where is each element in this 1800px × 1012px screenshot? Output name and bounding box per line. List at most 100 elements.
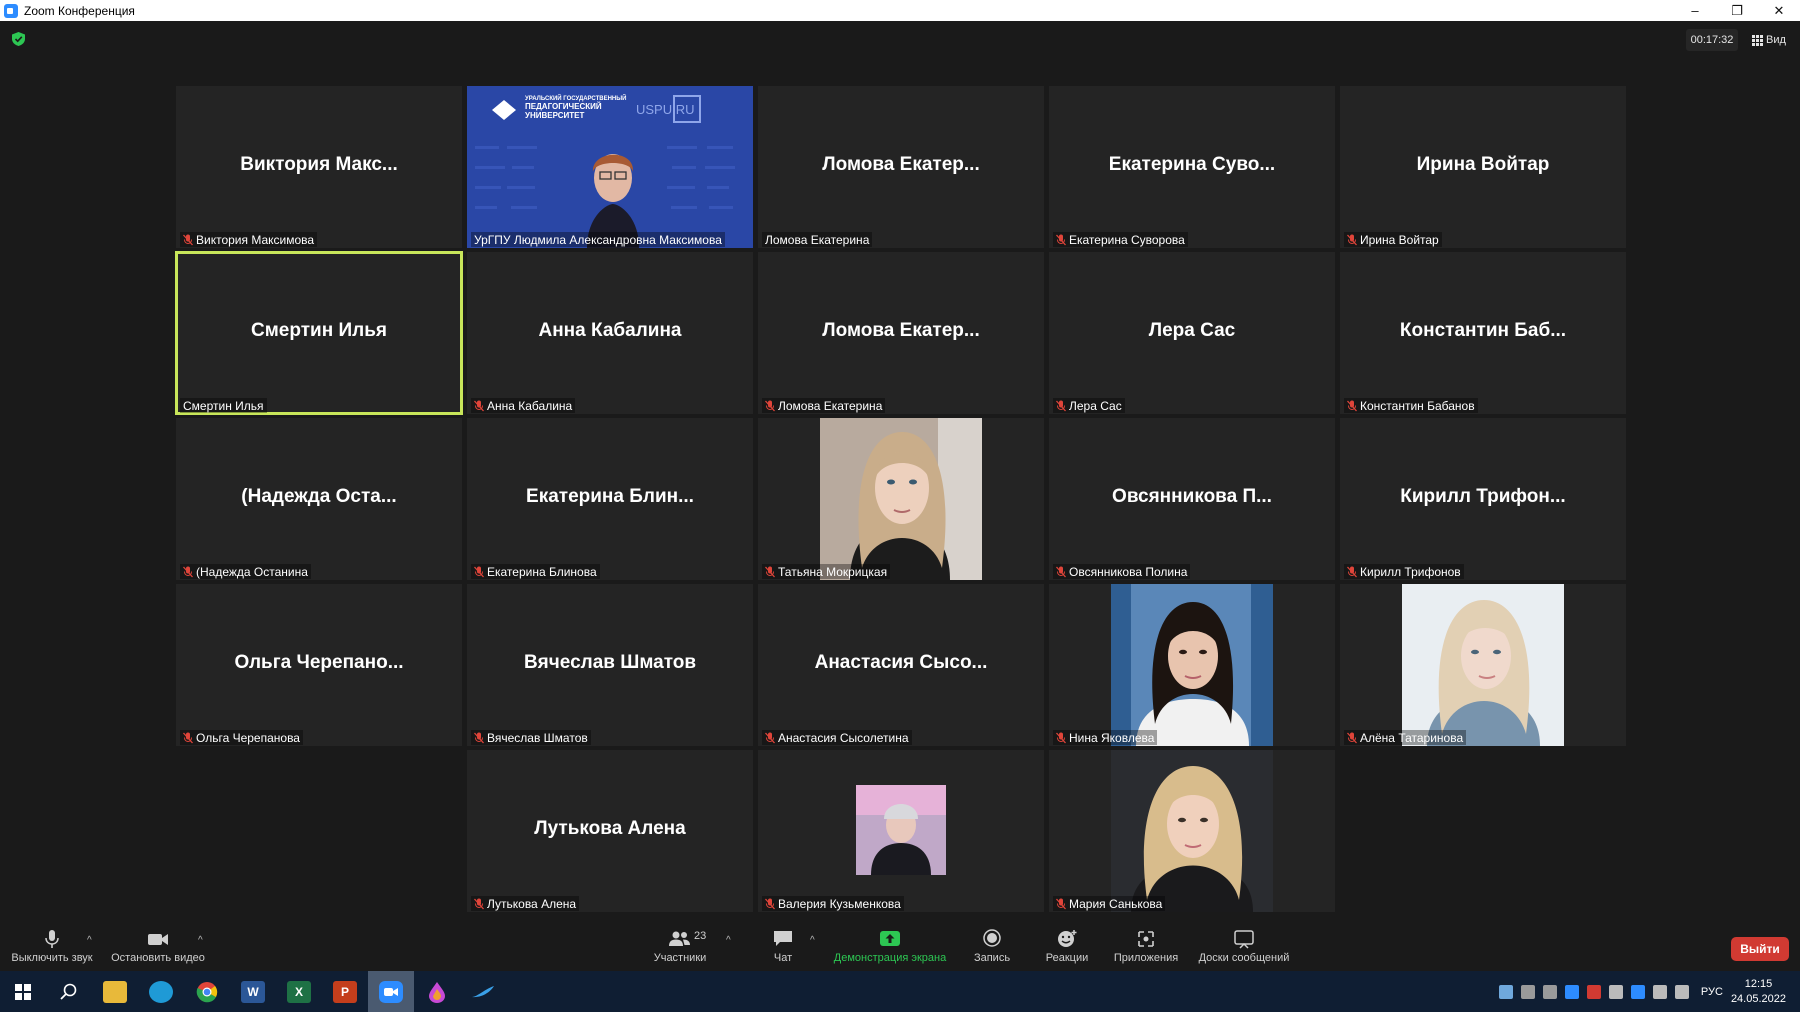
participant-tile-video[interactable]: УРАЛЬСКИЙ ГОСУДАРСТВЕННЫЙ ПЕДАГОГИЧЕСКИЙ… [467, 86, 753, 248]
video-options-caret[interactable]: ^ [198, 935, 203, 946]
participant-tile[interactable]: Ольга Черепано... Ольга Черепанова [176, 584, 462, 746]
leave-meeting-button[interactable]: Выйти [1731, 937, 1789, 961]
mic-muted-icon [183, 234, 193, 246]
view-label: Вид [1766, 34, 1786, 46]
participant-tile[interactable]: Анна Кабалина Анна Кабалина [467, 252, 753, 414]
meet-now-icon[interactable] [1520, 984, 1535, 999]
reactions-button[interactable]: Реакции [1036, 913, 1098, 971]
participant-tile[interactable]: (Надежда Оста... (Надежда Останина [176, 418, 462, 580]
participant-tile[interactable]: Ломова Екатер... Ломова Екатерина [758, 252, 1044, 414]
participant-name-large: Лера Сас [1148, 320, 1236, 341]
participant-label: Анастасия Сысолетина [762, 730, 912, 745]
start-button[interactable] [0, 971, 46, 1012]
bluetooth-icon[interactable] [1630, 984, 1645, 999]
record-button[interactable]: Запись [962, 913, 1022, 971]
participant-tile[interactable]: Ломова Екатер... Ломова Екатерина [758, 86, 1044, 248]
whiteboards-button[interactable]: Доски сообщений [1194, 913, 1294, 971]
volume-icon[interactable] [1674, 984, 1689, 999]
gallery-grid: Виктория Макс... Виктория Максимова УРАЛ… [175, 86, 1626, 912]
network-icon[interactable] [1652, 984, 1667, 999]
mic-muted-icon [765, 400, 775, 412]
grid-view-icon [1752, 34, 1764, 46]
word-icon: W [241, 980, 265, 1003]
taskbar-edge[interactable] [138, 971, 184, 1012]
microphone-tray-icon[interactable] [1608, 984, 1623, 999]
mic-muted-icon [1056, 234, 1066, 246]
share-screen-button[interactable]: Демонстрация экрана [830, 913, 950, 971]
participant-tile[interactable]: Вячеслав Шматов Вячеслав Шматов [467, 584, 753, 746]
chat-options-caret[interactable]: ^ [810, 935, 815, 946]
window-title: Zoom Конференция [24, 3, 135, 18]
close-button[interactable]: ✕ [1758, 0, 1800, 21]
security-shield-icon[interactable] [12, 32, 25, 46]
taskbar-file-explorer[interactable] [92, 971, 138, 1012]
camera-icon [148, 934, 168, 945]
audio-options-caret[interactable]: ^ [87, 935, 92, 946]
view-button[interactable]: Вид [1745, 29, 1793, 51]
participant-label: Лутькова Алена [471, 896, 580, 911]
participant-tile[interactable]: Анастасия Сысо... Анастасия Сысолетина [758, 584, 1044, 746]
participants-options-caret[interactable]: ^ [726, 935, 731, 946]
taskbar-excel[interactable]: X [276, 971, 322, 1012]
participant-tile-video[interactable]: Нина Яковлева [1049, 584, 1335, 746]
apps-button[interactable]: Приложения [1108, 913, 1184, 971]
participant-label: Смертин Илья [180, 398, 267, 413]
clock-date: 24.05.2022 [1730, 992, 1786, 1005]
participant-tile-video[interactable]: Татьяна Мокрицкая [758, 418, 1044, 580]
participants-button[interactable]: Участники [640, 913, 720, 971]
chat-icon [774, 931, 792, 946]
taskbar-paint-app[interactable] [414, 971, 460, 1012]
participant-tile[interactable]: Лутькова Алена Лутькова Алена [467, 750, 753, 912]
taskbar-zoom[interactable] [368, 971, 414, 1012]
mic-muted-icon [474, 400, 484, 412]
taskbar-powerpoint[interactable]: P [322, 971, 368, 1012]
participant-tile[interactable]: Кирилл Трифон... Кирилл Трифонов [1340, 418, 1626, 580]
taskbar-chrome[interactable] [184, 971, 230, 1012]
participant-tile[interactable]: Овсянникова П... Овсянникова Полина [1049, 418, 1335, 580]
meeting-area: 00:17:32 Вид Виктория Макс... Виктория М… [0, 21, 1800, 971]
participant-tile-video[interactable]: Алёна Татаринова [1340, 584, 1626, 746]
mic-muted-icon [1347, 400, 1357, 412]
mic-muted-icon [1056, 732, 1066, 744]
participant-name-large: Виктория Макс... [240, 154, 398, 175]
onedrive-icon[interactable] [1498, 984, 1513, 999]
participant-label: УрГПУ Людмила Александровна Максимова [471, 232, 725, 247]
taskbar-word[interactable]: W [230, 971, 276, 1012]
participant-label: Алёна Татаринова [1344, 730, 1467, 745]
usb-icon[interactable] [1542, 984, 1557, 999]
participant-tile[interactable]: Виктория Макс... Виктория Максимова [176, 86, 462, 248]
mic-muted-icon [474, 898, 484, 910]
participant-label: Ирина Войтар [1344, 232, 1442, 247]
participant-tile-video[interactable]: Мария Санькова [1049, 750, 1335, 912]
participant-tile[interactable]: Лера Сас Лера Сас [1049, 252, 1335, 414]
participant-name-large: Кирилл Трифон... [1400, 486, 1566, 507]
input-language[interactable]: РУС [1701, 986, 1723, 998]
participant-tile-avatar[interactable]: Валерия Кузьменкова [758, 750, 1044, 912]
search-icon [60, 983, 77, 1000]
participant-video [1111, 584, 1273, 746]
participant-label: Овсянникова Полина [1053, 564, 1191, 579]
participant-name-large: Лутькова Алена [534, 818, 686, 839]
participant-tile-active-speaker[interactable]: Смертин Илья Смертин Илья [175, 251, 463, 415]
participant-tile[interactable]: Екатерина Блин... Екатерина Блинова [467, 418, 753, 580]
chat-button[interactable]: Чат [758, 913, 808, 971]
taskbar-clock[interactable]: 12:15 24.05.2022 [1731, 977, 1786, 1007]
participant-tile[interactable]: Константин Баб... Константин Бабанов [1340, 252, 1626, 414]
taskbar-whiteboard-app[interactable] [460, 971, 506, 1012]
participant-name-large: Константин Баб... [1399, 320, 1567, 341]
restore-button[interactable]: ❐ [1716, 0, 1758, 21]
meeting-timer: 00:17:32 [1686, 29, 1738, 51]
system-tray: РУС 12:15 24.05.2022 [1495, 971, 1800, 1012]
stop-video-button[interactable]: Остановить видео [108, 913, 208, 971]
mute-button[interactable]: Выключить звук [6, 913, 98, 971]
participant-name-large: Ломова Екатер... [822, 320, 980, 341]
participant-label: Екатерина Суворова [1053, 232, 1188, 247]
participant-tile[interactable]: Ирина Войтар Ирина Войтар [1340, 86, 1626, 248]
meeting-toolbar: Выключить звук ^ Остановить видео ^ Учас… [0, 913, 1800, 971]
zoom-tray-icon[interactable] [1564, 984, 1579, 999]
participant-label: Ломова Екатерина [762, 398, 886, 413]
minimize-button[interactable]: – [1674, 0, 1716, 21]
participant-tile[interactable]: Екатерина Суво... Екатерина Суворова [1049, 86, 1335, 248]
search-button[interactable] [46, 971, 92, 1012]
antivirus-icon[interactable] [1586, 984, 1601, 999]
